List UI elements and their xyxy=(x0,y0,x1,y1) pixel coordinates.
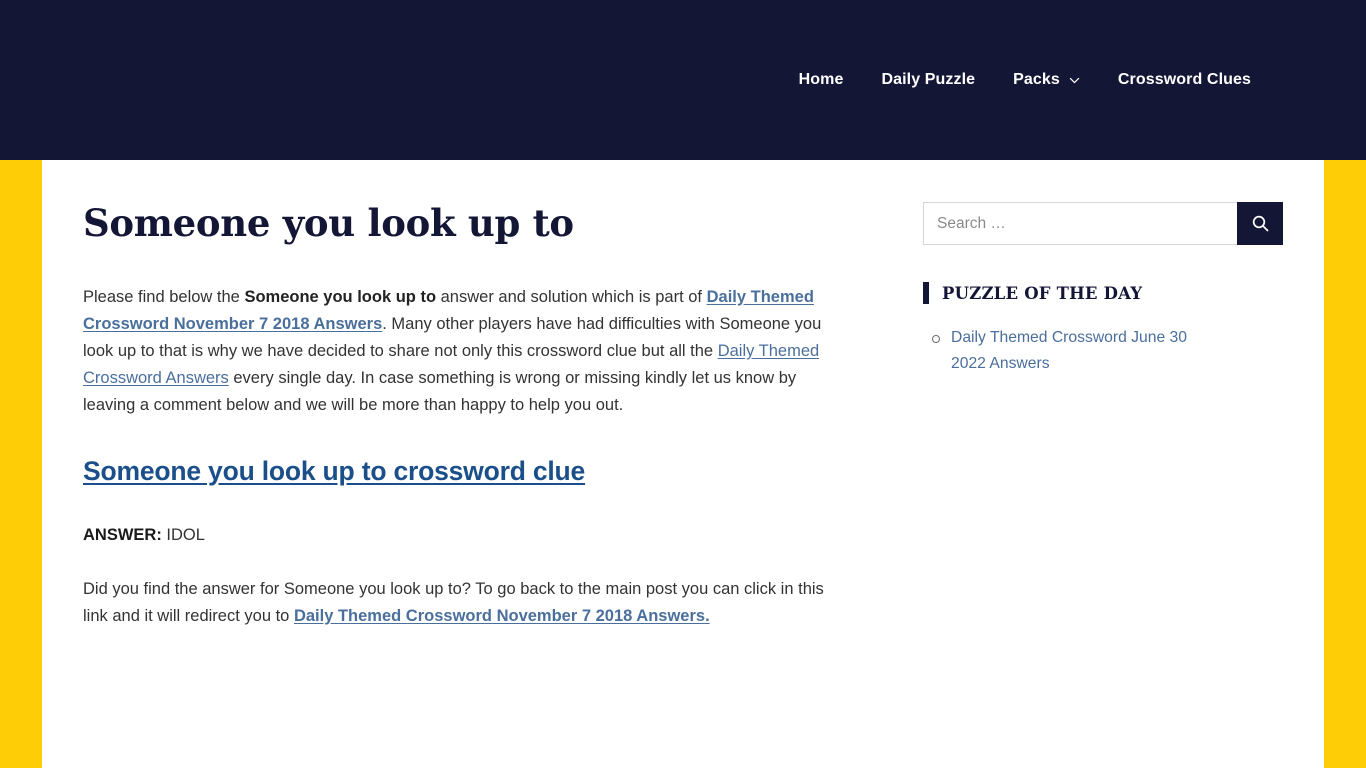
site-header: Home Daily Puzzle Packs Crossword Clues xyxy=(0,0,1366,160)
crossword-clue-subheading: Someone you look up to crossword clue xyxy=(83,455,882,488)
widget-list: Daily Themed Crossword June 30 2022 Answ… xyxy=(923,325,1222,377)
search-input[interactable] xyxy=(923,202,1237,245)
main-content-column: Someone you look up to Please find below… xyxy=(42,160,882,656)
intro-text-part1: Please find below the xyxy=(83,287,245,306)
answer-label: ANSWER: xyxy=(83,525,162,544)
intro-paragraph: Please find below the Someone you look u… xyxy=(83,284,843,419)
yellow-band-left xyxy=(0,160,42,768)
search-icon xyxy=(1251,214,1270,233)
sidebar: PUZZLE OF THE DAY Daily Themed Crossword… xyxy=(882,160,1283,387)
nav-item-label: Daily Puzzle xyxy=(881,71,976,88)
widget-title-text: PUZZLE OF THE DAY xyxy=(942,283,1143,303)
entry-content: Please find below the Someone you look u… xyxy=(83,284,882,630)
answer-value: IDOL xyxy=(166,525,205,544)
intro-text-part2: answer and solution which is part of xyxy=(436,287,707,306)
page-root: Home Daily Puzzle Packs Crossword Clues xyxy=(0,0,1366,768)
widget-title: PUZZLE OF THE DAY xyxy=(923,282,1222,304)
nav-item-crossword-clues[interactable]: Crossword Clues xyxy=(1099,71,1270,89)
puzzle-of-the-day-widget: PUZZLE OF THE DAY Daily Themed Crossword… xyxy=(923,282,1222,377)
search-form xyxy=(923,202,1283,245)
widget-link-june-30-2022[interactable]: Daily Themed Crossword June 30 2022 Answ… xyxy=(951,329,1187,372)
nav-item-packs[interactable]: Packs xyxy=(994,71,1099,89)
search-submit-button[interactable] xyxy=(1237,202,1283,245)
nav-item-label: Packs xyxy=(1013,71,1060,88)
closing-paragraph: Did you find the answer for Someone you … xyxy=(83,576,843,630)
link-back-to-main-post[interactable]: Daily Themed Crossword November 7 2018 A… xyxy=(294,607,710,625)
page-title: Someone you look up to xyxy=(83,201,574,245)
nav-item-label: Crossword Clues xyxy=(1117,71,1251,88)
nav-item-daily-puzzle[interactable]: Daily Puzzle xyxy=(862,71,994,89)
nav-item-label: Home xyxy=(798,71,844,88)
nav-item-home[interactable]: Home xyxy=(780,71,863,89)
answer-line: ANSWER: IDOL xyxy=(83,522,843,549)
list-item: Daily Themed Crossword June 30 2022 Answ… xyxy=(923,325,1222,377)
clue-term: Someone you look up to xyxy=(244,287,437,306)
main-navigation: Home Daily Puzzle Packs Crossword Clues xyxy=(780,0,1270,160)
subheading-link[interactable]: Someone you look up to crossword clue xyxy=(83,456,585,486)
page-layout: Someone you look up to Please find below… xyxy=(42,160,1324,768)
yellow-band-right xyxy=(1324,160,1366,768)
chevron-down-icon xyxy=(1069,75,1080,86)
widget-accent-bar xyxy=(923,282,929,304)
